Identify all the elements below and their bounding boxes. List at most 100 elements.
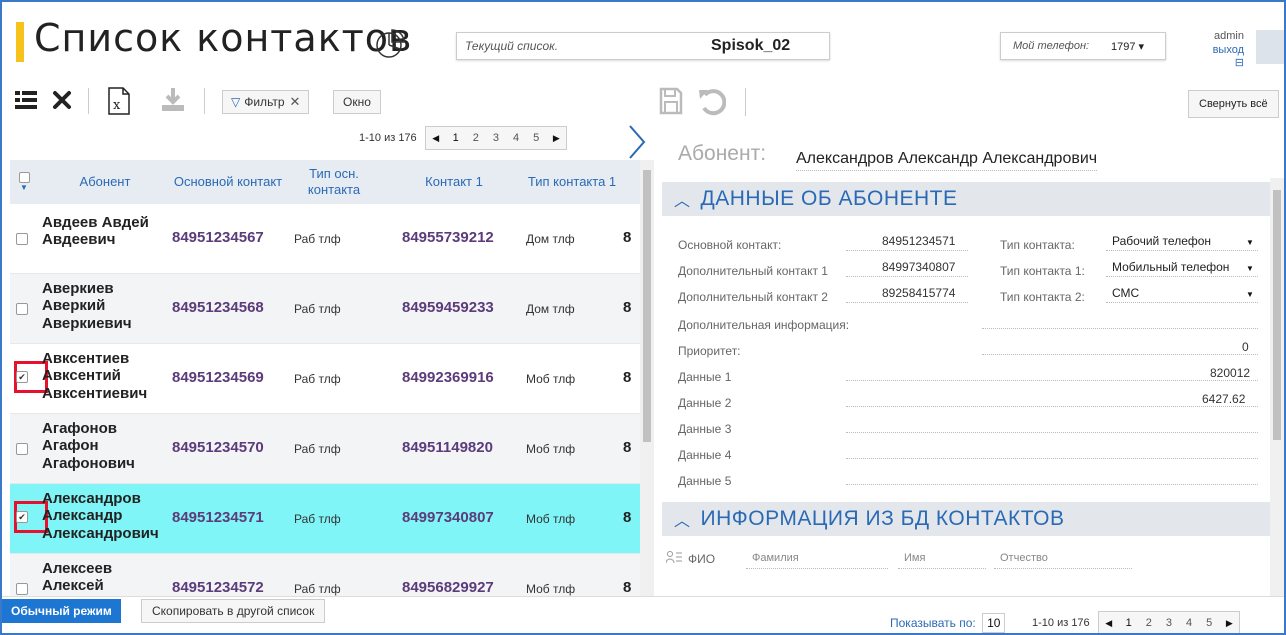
column-header-contact-1[interactable]: Контакт 1 — [392, 160, 516, 204]
column-header-subscriber[interactable]: Абонент — [40, 160, 170, 204]
scrollbar-thumb[interactable] — [643, 170, 651, 442]
save-icon[interactable] — [658, 86, 684, 116]
logout-link[interactable]: выход ⊟ — [1202, 44, 1244, 69]
contact-1[interactable]: 84955739212 — [402, 229, 494, 246]
fio-middle-name[interactable]: Отчество — [1000, 552, 1048, 564]
contact-1[interactable]: 84956829927 — [402, 579, 494, 596]
table-scrollbar[interactable] — [640, 160, 654, 596]
column-header-main-contact-type[interactable]: Тип осн. контакта — [284, 160, 384, 204]
page-1[interactable]: 1 — [446, 132, 466, 144]
page-4[interactable]: 4 — [506, 132, 526, 144]
table-row-selected[interactable]: ✔ Александров Александр Александрович 84… — [10, 484, 640, 554]
row-checkbox[interactable] — [16, 233, 28, 245]
section-title: ДАННЫЕ ОБ АБОНЕНТЕ — [700, 187, 958, 210]
chevron-down-icon[interactable]: ▼ — [20, 183, 28, 193]
main-contact-value[interactable]: 84951234571 — [882, 234, 955, 248]
show-by-value[interactable]: 10 — [982, 613, 1006, 633]
table-body: Авдеев Авдей Авдеевич 84951234567 Раб тл… — [10, 204, 640, 596]
main-contact[interactable]: 84951234571 — [172, 509, 264, 526]
page-3[interactable]: 3 — [486, 132, 506, 144]
filter-button[interactable]: ▽ Фильтр ✕ — [222, 90, 310, 114]
avatar[interactable] — [1256, 30, 1284, 64]
data-1-value[interactable]: 820012 — [1210, 366, 1250, 380]
subscriber-name-field[interactable]: Александров Александр Александрович — [796, 150, 1098, 171]
select-all-checkbox[interactable]: ▼ — [10, 160, 38, 204]
priority-value[interactable]: 0 — [1242, 340, 1249, 354]
chevron-up-icon[interactable]: ︿ — [674, 507, 691, 531]
undo-icon[interactable] — [696, 86, 726, 116]
next-page-icon[interactable]: ▶ — [1219, 618, 1239, 629]
column-header-main-contact[interactable]: Основной контакт — [172, 160, 284, 204]
row-checkbox[interactable] — [16, 443, 28, 455]
page-5[interactable]: 5 — [1199, 617, 1219, 629]
table-row[interactable]: Авдеев Авдей Авдеевич 84951234567 Раб тл… — [10, 204, 640, 274]
contact-1[interactable]: 84959459233 — [402, 299, 494, 316]
extra-contact-2-value[interactable]: 89258415774 — [882, 286, 955, 300]
window-button[interactable]: Окно — [333, 90, 381, 114]
show-by-label: Показывать по: — [890, 616, 976, 630]
page-1[interactable]: 1 — [1119, 617, 1139, 629]
section-contacts-db[interactable]: ︿ ИНФОРМАЦИЯ ИЗ БД КОНТАКТОВ — [662, 502, 1270, 536]
chevron-right-icon[interactable] — [626, 122, 648, 162]
collapse-all-button[interactable]: Свернуть всё — [1188, 90, 1279, 118]
extra-contact-1-value[interactable]: 84997340807 — [882, 260, 955, 274]
dropdown-arrow-icon[interactable]: ▼ — [1246, 290, 1254, 299]
scrollbar-thumb[interactable] — [1273, 190, 1281, 440]
row-checkbox-checked[interactable]: ✔ — [16, 511, 28, 523]
page-2[interactable]: 2 — [1139, 617, 1159, 629]
data-2-value[interactable]: 6427.62 — [1202, 392, 1245, 406]
page-3[interactable]: 3 — [1159, 617, 1179, 629]
header: Список контактов Текущий список. Spisok_… — [2, 2, 1284, 82]
main-contact[interactable]: 84951234570 — [172, 439, 264, 456]
fio-last-name[interactable]: Фамилия — [752, 552, 799, 564]
table-row[interactable]: Аверкиев Аверкий Аверкиевич 84951234568 … — [10, 274, 640, 344]
delete-icon[interactable] — [52, 90, 72, 110]
row-checkbox[interactable] — [16, 303, 28, 315]
bottom-bar: Обычный режим Скопировать в другой списо… — [2, 596, 1284, 633]
data-3-field[interactable] — [846, 432, 1258, 433]
filter-clear-icon[interactable]: ✕ — [290, 94, 301, 110]
my-phone-selector[interactable]: Мой телефон: 1797 ▾ — [1000, 32, 1166, 60]
data-5-field[interactable] — [846, 484, 1258, 485]
prev-page-icon[interactable]: ◀ — [1099, 618, 1119, 629]
column-header-contact-1-type[interactable]: Тип контакта 1 — [516, 160, 628, 204]
table-row[interactable]: Алексеев Алексей Алексеевич 84951234572 … — [10, 554, 640, 596]
contact-type-select[interactable]: Рабочий телефон — [1112, 234, 1211, 248]
main-contact-type: Раб тлф — [294, 302, 341, 316]
contact-1[interactable]: 84951149820 — [402, 439, 493, 456]
chevron-up-icon[interactable]: ︿ — [674, 187, 691, 211]
contact-1[interactable]: 84992369916 — [402, 369, 494, 386]
dropdown-arrow-icon[interactable]: ▼ — [1246, 238, 1254, 247]
main-contact[interactable]: 84951234569 — [172, 369, 264, 386]
next-page-icon[interactable]: ▶ — [546, 133, 566, 144]
contact-type-1-select[interactable]: Мобильный телефон — [1112, 260, 1229, 274]
excel-export-icon[interactable]: x — [106, 86, 132, 116]
detail-scrollbar[interactable] — [1270, 178, 1284, 596]
page-4[interactable]: 4 — [1179, 617, 1199, 629]
main-contact[interactable]: 84951234567 — [172, 229, 264, 246]
normal-mode-button[interactable]: Обычный режим — [2, 599, 121, 623]
main-contact[interactable]: 84951234568 — [172, 299, 264, 316]
extra-info-field[interactable] — [982, 328, 1258, 329]
pie-chart-icon[interactable] — [374, 28, 406, 60]
table-row[interactable]: Агафонов Агафон Агафонович 84951234570 Р… — [10, 414, 640, 484]
row-checkbox-checked[interactable]: ✔ — [16, 371, 28, 383]
copy-to-list-button[interactable]: Скопировать в другой список — [141, 599, 326, 623]
table-row[interactable]: ✔ Авксентиев Авксентий Авксентиевич 8495… — [10, 344, 640, 414]
main-contact[interactable]: 84951234572 — [172, 579, 264, 596]
my-phone-value[interactable]: 1797 ▾ — [1111, 40, 1144, 53]
contact-1[interactable]: 84997340807 — [402, 509, 494, 526]
contact-type-2-select[interactable]: СМС — [1112, 286, 1139, 300]
dropdown-arrow-icon[interactable]: ▼ — [1246, 264, 1254, 273]
page-2[interactable]: 2 — [466, 132, 486, 144]
section-subscriber-data[interactable]: ︿ ДАННЫЕ ОБ АБОНЕНТЕ — [662, 182, 1270, 216]
fio-first-name[interactable]: Имя — [904, 552, 925, 564]
current-list-selector[interactable]: Текущий список. Spisok_02 — [456, 32, 830, 60]
download-icon[interactable] — [160, 86, 186, 114]
data-4-field[interactable] — [846, 458, 1258, 459]
prev-page-icon[interactable]: ◀ — [426, 133, 446, 144]
user-block: admin выход ⊟ — [1202, 30, 1244, 69]
row-checkbox[interactable] — [16, 583, 28, 595]
page-5[interactable]: 5 — [526, 132, 546, 144]
menu-list-icon[interactable] — [14, 88, 38, 112]
